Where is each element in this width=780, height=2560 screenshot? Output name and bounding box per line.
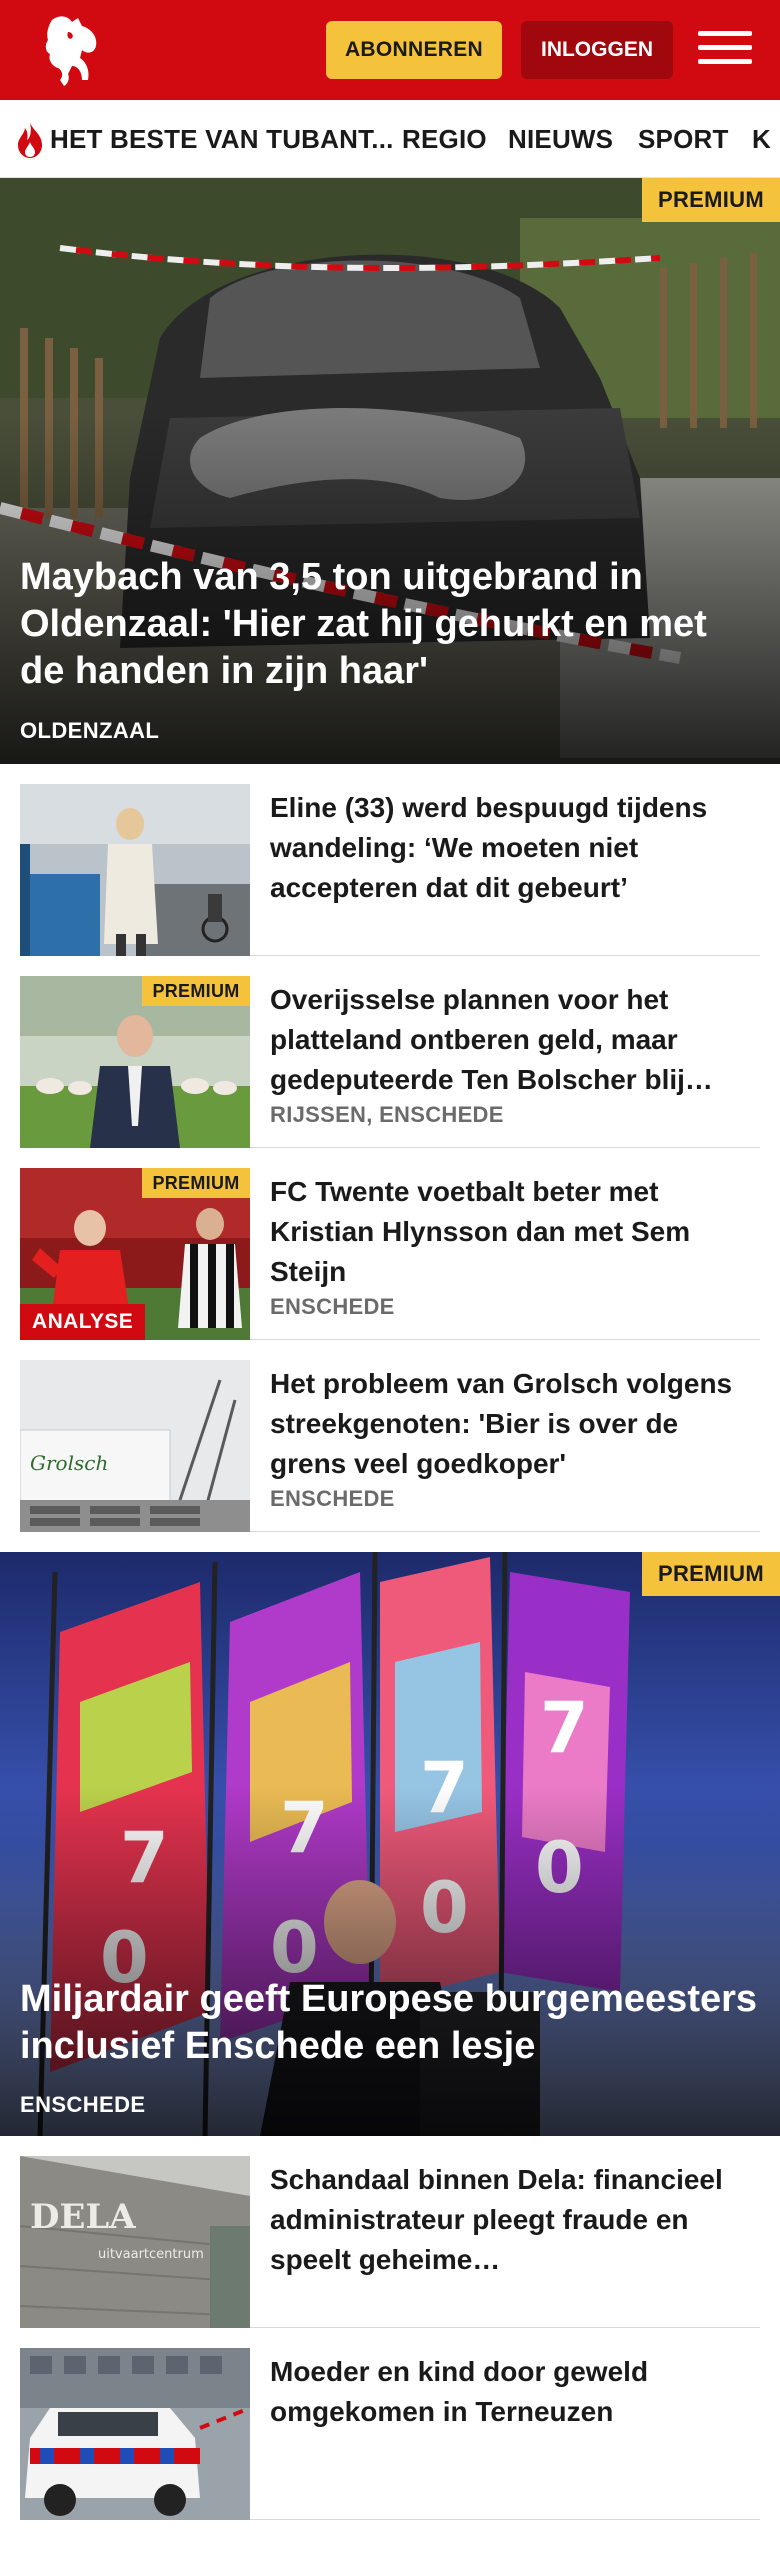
nav-item-nieuws[interactable]: NIEUWS [508, 100, 613, 177]
article-title[interactable]: Het probleem van Grolsch volgens streekg… [270, 1364, 756, 1484]
hero-location-tag: ENSCHEDE [20, 2092, 146, 2117]
hero-location-tag: OLDENZAAL [20, 718, 160, 743]
article-location-tag: RIJSSEN, ENSCHEDE [270, 1102, 504, 1127]
article-location-tag: ENSCHEDE [270, 1294, 395, 1319]
svg-text:uitvaartcentrum: uitvaartcentrum [98, 2247, 204, 2262]
premium-badge: PREMIUM [642, 1552, 780, 1596]
list-item[interactable]: DELA uitvaartcentrum Schandaal binnen De… [20, 2136, 760, 2328]
svg-text:7: 7 [540, 1687, 589, 1769]
subscribe-button[interactable]: ABONNEREN [326, 21, 502, 79]
analyse-label: ANALYSE [20, 1304, 146, 1340]
section-nav: HET BESTE VAN TUBANT... REGIO NIEUWS SPO… [0, 100, 780, 178]
hero-headline[interactable]: Maybach van 3,5 ton uitgebrand in Oldenz… [20, 554, 760, 695]
site-header: ABONNEREN INLOGGEN [0, 0, 780, 100]
article-title[interactable]: Schandaal binnen Dela: financieel admini… [270, 2160, 756, 2280]
article-title[interactable]: Moeder en kind door geweld omgekomen in … [270, 2352, 756, 2432]
login-button[interactable]: INLOGGEN [521, 21, 673, 79]
nav-item-k[interactable]: K [752, 100, 771, 177]
article-thumbnail: PREMIUM [20, 976, 250, 1148]
article-title[interactable]: FC Twente voetbalt beter met Kristian Hl… [270, 1172, 756, 1292]
list-item[interactable]: Moeder en kind door geweld omgekomen in … [20, 2328, 760, 2520]
article-thumbnail: Grolsch [20, 1360, 250, 1532]
hero-article-miljardair[interactable]: 7777 0000 PREMIUM Miljardair geeft Europ… [0, 1552, 780, 2136]
list-item[interactable]: PREMIUM Overijsselse plannen voor het pl… [20, 956, 760, 1148]
list-item[interactable]: Grolsch Het probleem van Grolsch volgens… [20, 1340, 760, 1532]
article-thumbnail: PREMIUM ANALYSE [20, 1168, 250, 1340]
nav-item-best-of[interactable]: HET BESTE VAN TUBANT... [50, 100, 394, 177]
nav-item-sport[interactable]: SPORT [638, 100, 729, 177]
hamburger-menu-icon[interactable] [698, 24, 752, 76]
hero-headline[interactable]: Miljardair geeft Europese burgemees­ters… [20, 1976, 760, 2070]
list-item[interactable]: PREMIUM ANALYSE FC Twente voetbalt beter… [20, 1148, 760, 1340]
svg-text:DELA: DELA [30, 2197, 136, 2237]
premium-badge: PREMIUM [642, 178, 780, 222]
flame-icon [18, 122, 42, 158]
article-thumbnail [20, 2348, 250, 2520]
article-thumbnail [20, 784, 250, 956]
hero-article-maybach[interactable]: PREMIUM Maybach van 3,5 ton uitgebrand i… [0, 178, 780, 764]
tubantia-horse-logo[interactable] [38, 10, 106, 90]
svg-text:Grolsch: Grolsch [30, 1451, 108, 1475]
article-location-tag: ENSCHEDE [270, 1486, 395, 1511]
article-title[interactable]: Eline (33) werd bespuugd tijdens wandeli… [270, 788, 756, 908]
article-thumbnail: DELA uitvaartcentrum [20, 2156, 250, 2328]
article-title[interactable]: Overijsselse plannen voor het platteland… [270, 980, 756, 1100]
list-item[interactable]: Eline (33) werd bespuugd tijdens wandeli… [20, 764, 760, 956]
nav-item-regio[interactable]: REGIO [402, 100, 487, 177]
premium-badge: PREMIUM [142, 1168, 250, 1198]
premium-badge: PREMIUM [142, 976, 250, 1006]
